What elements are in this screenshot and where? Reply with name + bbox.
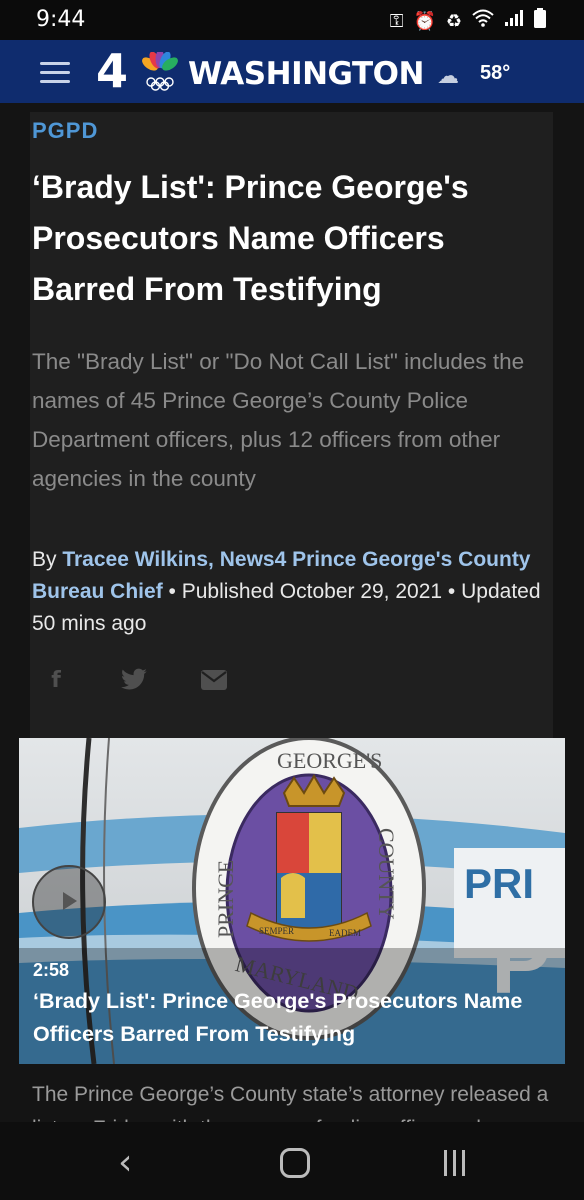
seal-motto-left: SEMPER [259,926,294,936]
byline-separator: • [442,580,462,603]
byline: By Tracee Wilkins, News4 Prince George's… [32,544,552,640]
car-text: PRI [464,860,534,907]
battery-icon [534,8,546,33]
home-icon[interactable] [280,1148,310,1178]
facebook-share-button[interactable]: f [38,662,74,698]
status-time: 9:44 [36,7,86,32]
twitter-share-button[interactable] [116,662,152,698]
article-body-text: The Prince George’s County state’s attor… [32,1083,549,1122]
logo-number[interactable]: 4 [96,46,128,96]
seal-text-left: PRINCE [213,860,238,938]
status-bar: 9:44 ⚿ ⏰ ♻ [0,0,584,40]
battery-saver-icon: ♻ [445,10,462,31]
article-headline: ‘Brady List': Prince George's Prosecutor… [32,169,469,307]
peacock-logo-icon [142,52,178,91]
facebook-icon: f [51,668,61,693]
article-summary: The "Brady List" or "Do Not Call List" i… [32,349,525,491]
system-navigation-bar: ‹ [0,1122,584,1200]
site-header: 4 WASHINGTON ☁ 58° [0,40,584,103]
menu-icon[interactable] [40,62,70,84]
seal-text-top: GEORGE'S [277,748,382,773]
key-icon: ⚿ [389,10,404,31]
seal-motto-right: EADEM [329,928,361,938]
play-button[interactable] [32,865,106,939]
wifi-icon [472,9,494,32]
recent-apps-icon[interactable] [444,1150,465,1176]
published-date: Published October 29, 2021 [181,580,443,603]
logo-text[interactable]: WASHINGTON [188,56,424,92]
video-duration: 2:58 [33,960,70,980]
email-share-button[interactable] [196,662,232,698]
weather-temperature[interactable]: 58° [480,62,510,85]
back-icon[interactable]: ‹ [118,1142,132,1183]
signal-icon [504,9,524,32]
alarm-icon: ⏰ [413,10,436,31]
seal-text-right: COUNTY [374,828,399,920]
status-icons: ⚿ ⏰ ♻ [390,8,546,33]
video-title[interactable]: ‘Brady List': Prince George's Prosecutor… [33,985,553,1051]
cloud-icon[interactable]: ☁ [437,63,459,89]
twitter-icon [121,668,147,690]
email-icon [201,670,227,690]
category-tag[interactable]: PGPD [32,118,98,144]
byline-separator: • [162,580,182,603]
byline-prefix: By [32,548,63,571]
